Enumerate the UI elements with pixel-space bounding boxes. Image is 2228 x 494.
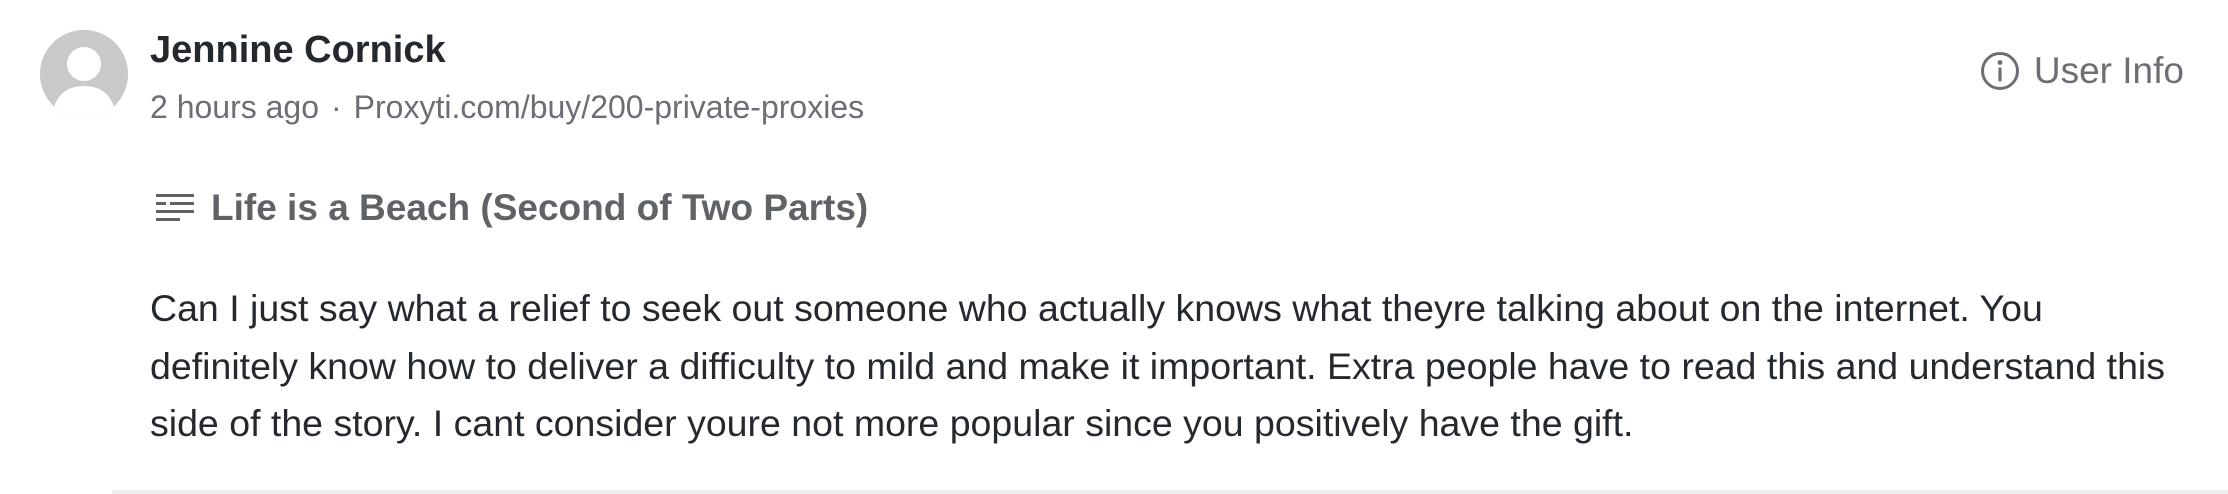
user-info-label: User Info <box>2033 50 2184 91</box>
comment-body: Can I just say what a relief to seek out… <box>150 287 2166 444</box>
user-info-button[interactable]: User Info <box>1980 50 2184 92</box>
meta-separator: · <box>331 89 342 125</box>
comment-card: Jennine Cornick 2 hours ago · Proxyti.com/… <box>0 0 2228 494</box>
author-name[interactable]: Jennine Cornick <box>150 22 446 78</box>
divider <box>112 490 2228 494</box>
notes-lines-icon <box>155 191 195 225</box>
post-title-text: Life is a Beach (Second of Two Parts) <box>211 187 869 228</box>
info-circle-icon <box>1980 51 2020 91</box>
post-title[interactable]: Life is a Beach (Second of Two Parts) <box>155 180 868 236</box>
source-link[interactable]: Proxyti.com/buy/200-private-proxies <box>354 89 864 125</box>
timestamp: 2 hours ago <box>150 89 320 125</box>
comment-meta: 2 hours ago · Proxyti.com/buy/200-private-… <box>150 82 864 132</box>
user-silhouette-icon <box>40 30 128 118</box>
avatar[interactable] <box>40 30 128 118</box>
